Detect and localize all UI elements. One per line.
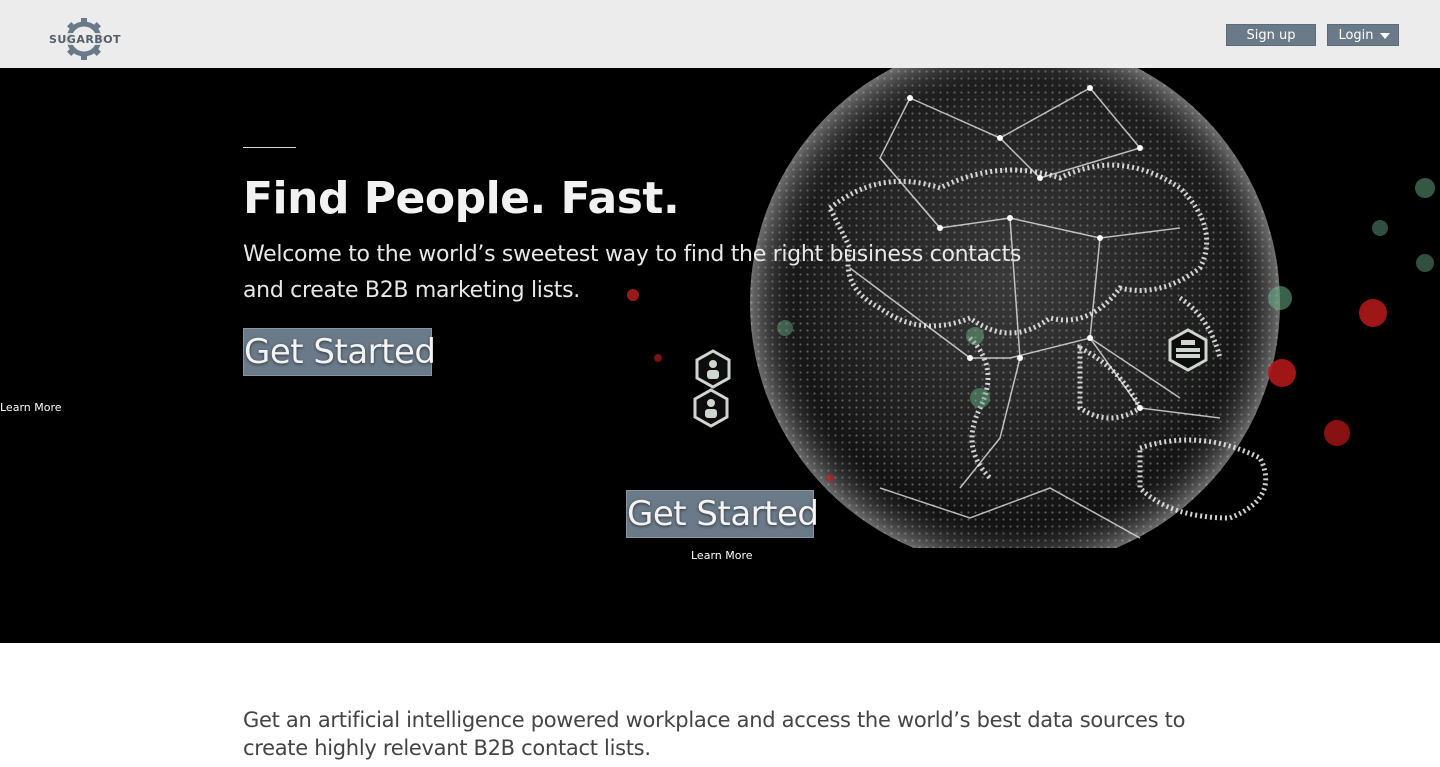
- get-started-button-center[interactable]: Get Started: [626, 490, 819, 538]
- hero-subtitle: Welcome to the world’s sweetest way to f…: [243, 242, 1022, 303]
- hero-title: Find People. Fast.: [243, 173, 680, 224]
- top-navbar: SUGARBOT Sign up Login: [0, 0, 1440, 68]
- learn-more-link[interactable]: Learn More: [0, 401, 62, 415]
- learn-more-link-center[interactable]: Learn More: [691, 549, 753, 563]
- login-dropdown-button[interactable]: Login: [1327, 24, 1399, 46]
- caret-down-icon: [1380, 33, 1390, 39]
- logo-text: SUGARBOT: [49, 33, 121, 46]
- hero-section: Find People. Fast. Welcome to the world’…: [0, 68, 1440, 643]
- login-label: Login: [1338, 28, 1374, 43]
- hero-divider: [243, 147, 296, 148]
- get-started-button[interactable]: Get Started: [243, 328, 436, 376]
- signup-button[interactable]: Sign up: [1226, 24, 1316, 46]
- sugarbot-logo[interactable]: SUGARBOT: [38, 16, 132, 62]
- intro-text: Get an artificial intelligence powered w…: [243, 708, 1186, 760]
